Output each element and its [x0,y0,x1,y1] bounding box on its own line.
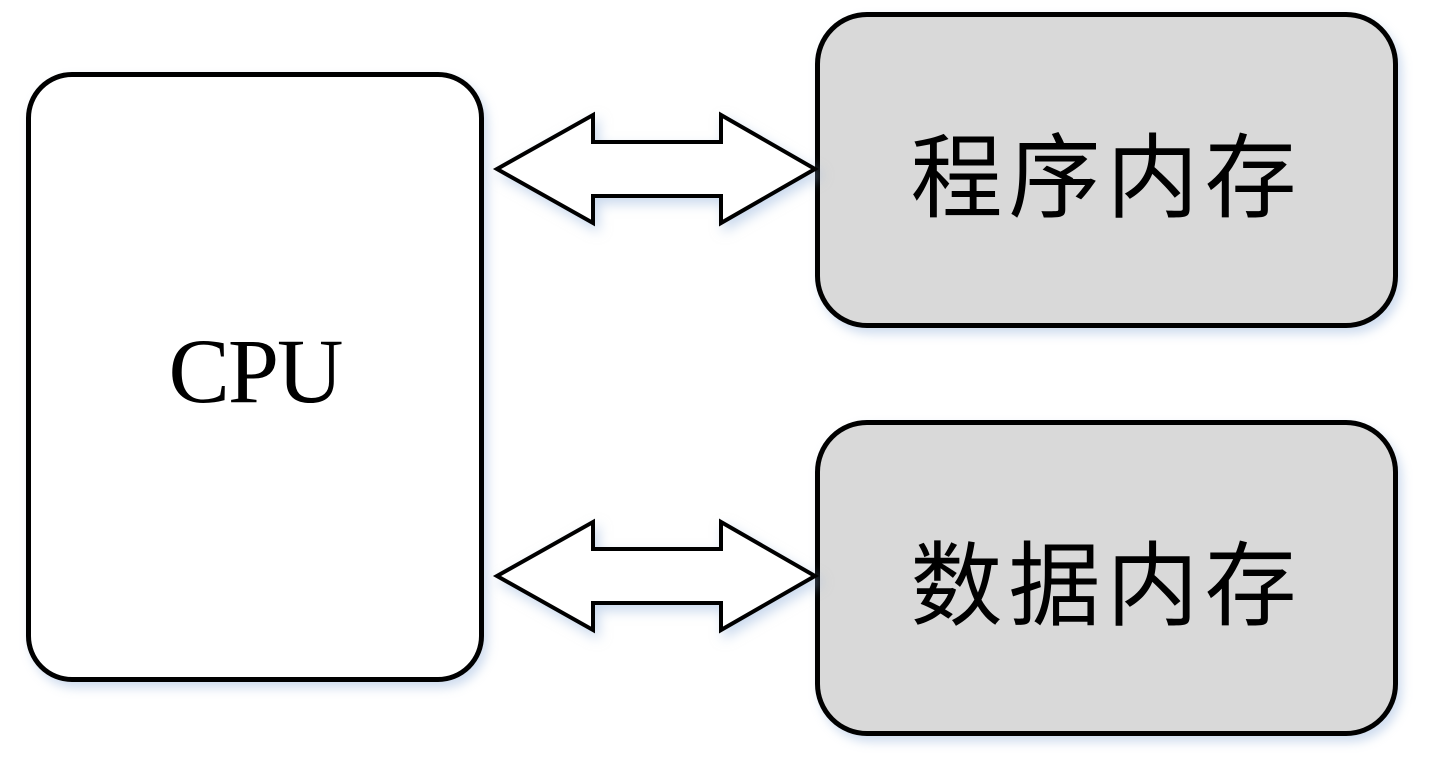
cpu-data-memory-arrow [492,518,820,634]
cpu-program-memory-arrow [492,111,820,227]
connection-arrows [492,111,820,634]
